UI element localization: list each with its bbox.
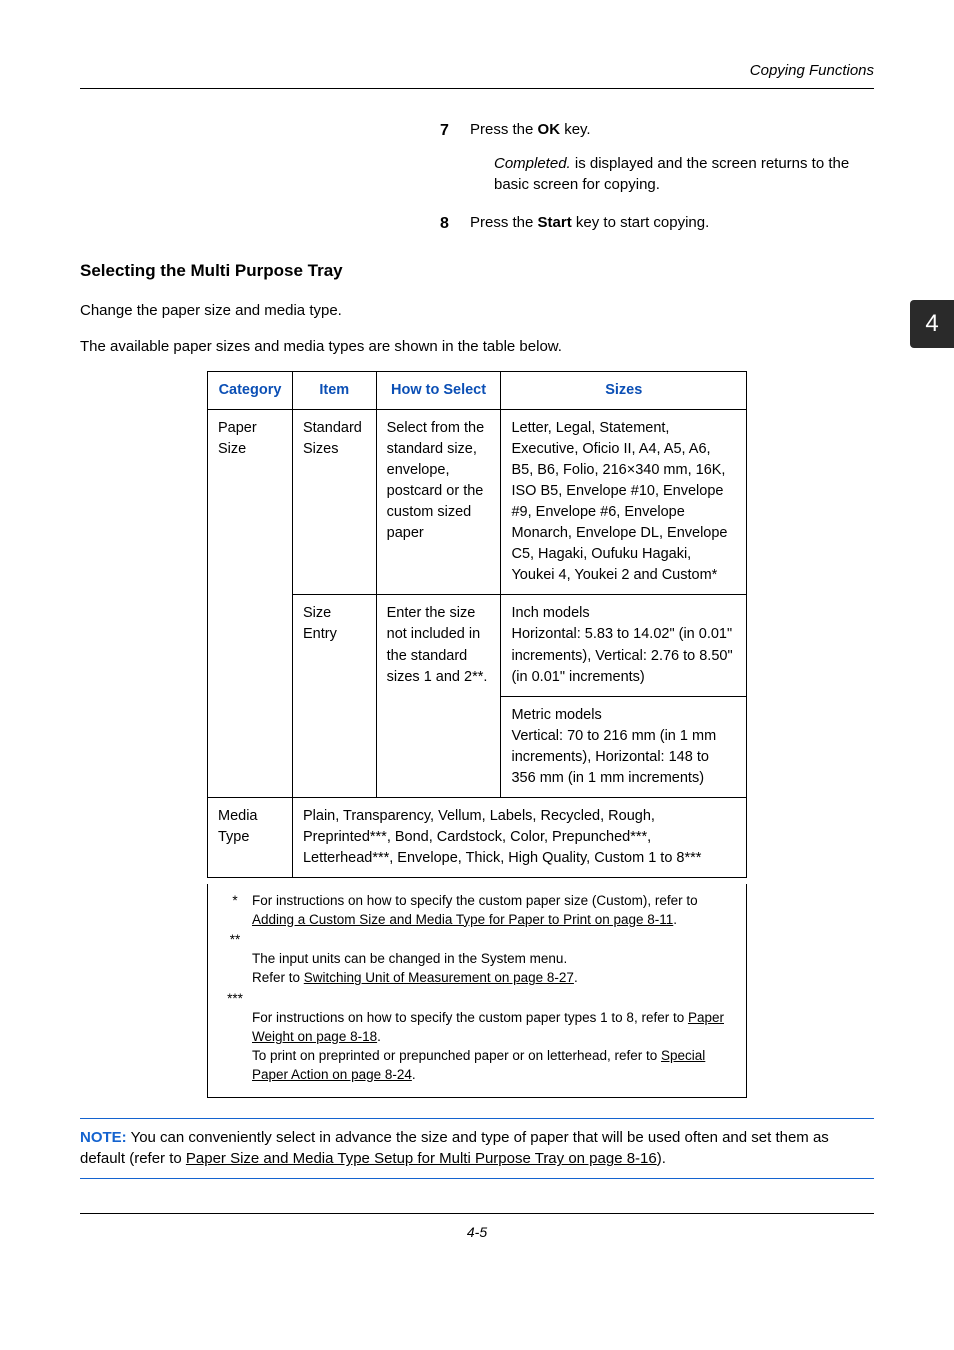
- cell-howto: Select from the standard size, envelope,…: [376, 410, 501, 595]
- step-bold: Start: [538, 214, 572, 231]
- footnote-mark: **: [218, 931, 252, 988]
- step-number: 7: [440, 119, 470, 196]
- step-text: key to start copying.: [572, 214, 710, 231]
- note-link[interactable]: Paper Size and Media Type Setup for Mult…: [186, 1150, 657, 1167]
- footnote-2: ** The input units can be changed in the…: [218, 931, 736, 988]
- footnote-text: For instructions on how to specify the c…: [252, 893, 698, 908]
- table-row: Media Type Plain, Transparency, Vellum, …: [208, 797, 747, 877]
- cell-item: Size Entry: [292, 595, 376, 797]
- col-sizes: Sizes: [501, 372, 747, 410]
- col-item: Item: [292, 372, 376, 410]
- cell-sizes-metric: Metric models Vertical: 70 to 216 mm (in…: [501, 696, 747, 797]
- step-8: 8 Press the Start key to start copying.: [440, 212, 874, 235]
- table-header-row: Category Item How to Select Sizes: [208, 372, 747, 410]
- table-row: Paper Size Standard Sizes Select from th…: [208, 410, 747, 595]
- paragraph: The available paper sizes and media type…: [80, 336, 874, 358]
- footnote-mark: *: [218, 892, 252, 930]
- col-category: Category: [208, 372, 293, 410]
- step-body: Press the Start key to start copying.: [470, 212, 874, 235]
- footnote-text: .: [412, 1067, 416, 1082]
- step-list: 7 Press the OK key. Completed. is displa…: [80, 119, 874, 235]
- step-italic: Completed.: [494, 155, 571, 172]
- cell-sizes: Letter, Legal, Statement, Executive, Ofi…: [501, 410, 747, 595]
- note-text: ).: [657, 1150, 666, 1167]
- paragraph: Change the paper size and media type.: [80, 300, 874, 322]
- step-number: 8: [440, 212, 470, 235]
- footnote-1: * For instructions on how to specify the…: [218, 892, 736, 930]
- col-howto: How to Select: [376, 372, 501, 410]
- step-text: Press the: [470, 121, 538, 138]
- page-footer: 4-5: [80, 1213, 874, 1242]
- section-title: Copying Functions: [750, 60, 874, 82]
- step-7: 7 Press the OK key. Completed. is displa…: [440, 119, 874, 196]
- cell-sizes-inch: Inch models Horizontal: 5.83 to 14.02" (…: [501, 595, 747, 696]
- footnote-link[interactable]: Switching Unit of Measurement on page 8-…: [304, 970, 574, 985]
- heading-multi-purpose-tray: Selecting the Multi Purpose Tray: [80, 259, 874, 284]
- step-bold: OK: [538, 121, 561, 138]
- cell-category: Media Type: [208, 797, 293, 877]
- step-body: Press the OK key. Completed. is displaye…: [470, 119, 874, 196]
- note-label: NOTE:: [80, 1129, 127, 1146]
- cell-category: Paper Size: [208, 410, 293, 797]
- step-text: key.: [560, 121, 591, 138]
- footnotes: * For instructions on how to specify the…: [207, 884, 747, 1098]
- specs-table: Category Item How to Select Sizes Paper …: [207, 371, 747, 877]
- note-block: NOTE: You can conveniently select in adv…: [80, 1118, 874, 1180]
- step-text: Press the: [470, 214, 538, 231]
- header: Copying Functions: [80, 60, 874, 89]
- cell-item: Standard Sizes: [292, 410, 376, 595]
- footnote-text: .: [673, 912, 677, 927]
- chapter-number: 4: [925, 307, 938, 342]
- footnote-mark: ***: [218, 990, 252, 1084]
- footnote-text: .: [574, 970, 578, 985]
- footnote-text: For instructions on how to specify the c…: [252, 1010, 688, 1025]
- footnote-3: *** For instructions on how to specify t…: [218, 990, 736, 1084]
- chapter-tab: 4: [910, 300, 954, 348]
- footnote-link[interactable]: Adding a Custom Size and Media Type for …: [252, 912, 673, 927]
- cell-media-body: Plain, Transparency, Vellum, Labels, Rec…: [292, 797, 746, 877]
- page-number: 4-5: [467, 1224, 487, 1240]
- cell-howto: Enter the size not included in the stand…: [376, 595, 501, 797]
